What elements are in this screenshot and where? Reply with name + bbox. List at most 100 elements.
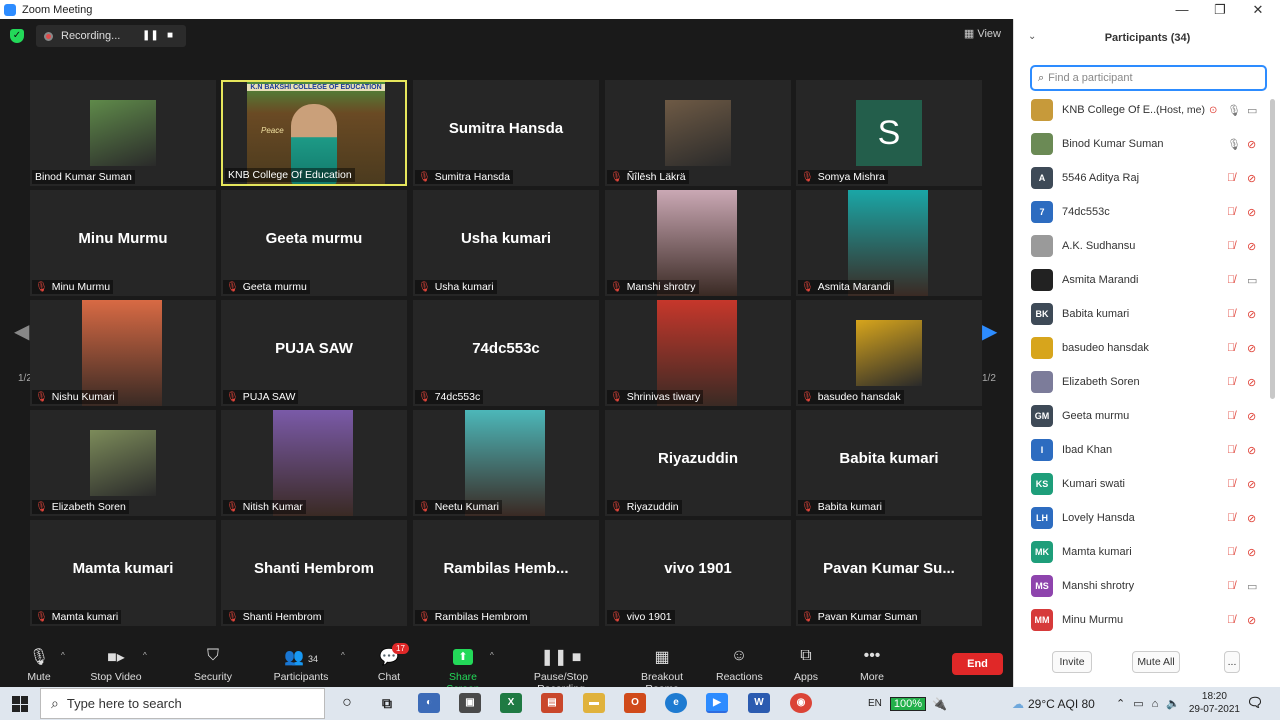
- video-off-icon[interactable]: ⊘: [1247, 614, 1256, 627]
- stop-video-button[interactable]: ■▸ Stop Video: [88, 647, 144, 683]
- participant-tile[interactable]: Geeta murmu 🎙 Geeta murmu: [221, 190, 407, 296]
- microphone-muted-icon[interactable]: 🎙̸: [1227, 444, 1235, 456]
- file-explorer-icon[interactable]: ▬: [583, 693, 605, 713]
- video-off-icon[interactable]: ⊘: [1247, 512, 1256, 525]
- edge-app-icon[interactable]: e: [665, 693, 687, 713]
- microphone-muted-icon[interactable]: 🎙̸: [1227, 308, 1235, 320]
- participant-tile[interactable]: K.N BAKSHI COLLEGE OF EDUCATION Peace KNB …: [221, 80, 407, 186]
- participant-tile[interactable]: Shanti Hembrom 🎙 Shanti Hembrom: [221, 520, 407, 626]
- network-status-icon[interactable]: ⌂: [1152, 698, 1159, 710]
- participant-list-item[interactable]: A.K. Sudhansu 🎙̸ ⊘: [1014, 229, 1272, 263]
- volume-icon[interactable]: 🔈: [1166, 697, 1180, 710]
- microphone-icon[interactable]: 🎙: [1227, 104, 1241, 117]
- video-off-icon[interactable]: ⊘: [1247, 478, 1256, 491]
- participant-list-item[interactable]: Asmita Marandi 🎙̸ ▭: [1014, 263, 1272, 297]
- participant-tile[interactable]: 🎙 Ñîlēsh Läkrä: [605, 80, 791, 186]
- battery-indicator[interactable]: 100%: [889, 696, 927, 711]
- participant-tile[interactable]: Minu Murmu 🎙 Minu Murmu: [30, 190, 216, 296]
- excel-app-icon[interactable]: X: [500, 693, 522, 713]
- maximize-button[interactable]: ❐: [1200, 0, 1240, 19]
- participants-options-caret[interactable]: ^: [341, 651, 345, 660]
- microphone-muted-icon[interactable]: 🎙̸: [1227, 580, 1235, 592]
- microphone-muted-icon[interactable]: 🎙̸: [1227, 172, 1235, 184]
- more-button[interactable]: ••• More: [858, 647, 886, 683]
- mute-button[interactable]: 🎙 Mute: [24, 647, 54, 683]
- participant-list-item[interactable]: MK Mamta kumari 🎙̸ ⊘: [1014, 535, 1272, 569]
- video-options-caret[interactable]: ^: [143, 651, 147, 660]
- participant-tile[interactable]: Sumitra Hansda 🎙 Sumitra Hansda: [413, 80, 599, 186]
- taskbar-search-input[interactable]: ⌕ Type here to search: [40, 688, 325, 719]
- participant-list-item[interactable]: KNB College Of E... (Host, me) ⊙ 🎙 ▭: [1014, 93, 1272, 127]
- participant-tile[interactable]: Pavan Kumar Su... 🎙 Pavan Kumar Suman: [796, 520, 982, 626]
- mute-all-button[interactable]: Mute All: [1132, 651, 1180, 673]
- show-hidden-icons-icon[interactable]: ⌃: [1116, 697, 1125, 710]
- participant-list-scrollbar[interactable]: [1270, 99, 1275, 399]
- view-button[interactable]: ▦ View: [964, 27, 1001, 40]
- microphone-icon[interactable]: 🎙: [1227, 138, 1241, 151]
- microphone-muted-icon[interactable]: 🎙̸: [1227, 410, 1235, 422]
- participant-tile[interactable]: Usha kumari 🎙 Usha kumari: [413, 190, 599, 296]
- share-options-caret[interactable]: ^: [490, 651, 494, 660]
- microphone-muted-icon[interactable]: 🎙̸: [1227, 478, 1235, 490]
- participant-list-item[interactable]: 7 74dc553c 🎙̸ ⊘: [1014, 195, 1272, 229]
- participant-tile[interactable]: 🎙 Neetu Kumari: [413, 410, 599, 516]
- participant-tile[interactable]: 🎙 Shrinivas tiwary: [605, 300, 791, 406]
- participant-tile[interactable]: vivo 1901 🎙 vivo 1901: [605, 520, 791, 626]
- participant-tile[interactable]: 🎙 Nitish Kumar: [221, 410, 407, 516]
- participant-list-item[interactable]: MS Manshi shrotry 🎙̸ ▭: [1014, 569, 1272, 603]
- close-window-button[interactable]: ✕: [1238, 0, 1278, 19]
- microphone-muted-icon[interactable]: 🎙̸: [1227, 240, 1235, 252]
- microphone-muted-icon[interactable]: 🎙̸: [1227, 546, 1235, 558]
- chrome-app-icon[interactable]: ◉: [790, 693, 812, 713]
- audio-options-caret[interactable]: ^: [61, 651, 65, 660]
- video-off-icon[interactable]: ⊘: [1247, 444, 1256, 457]
- task-view-icon[interactable]: ⧉: [376, 693, 398, 713]
- participant-tile[interactable]: 🎙 Asmita Marandi: [796, 190, 982, 296]
- word-app-icon[interactable]: W: [748, 693, 770, 713]
- windows-start-icon[interactable]: [12, 696, 28, 712]
- participant-list-item[interactable]: I Ibad Khan 🎙̸ ⊘: [1014, 433, 1272, 467]
- participant-tile[interactable]: 🎙 Nishu Kumari: [30, 300, 216, 406]
- minimize-button[interactable]: —: [1162, 0, 1202, 19]
- participant-tile[interactable]: 74dc553c 🎙 74dc553c: [413, 300, 599, 406]
- participant-list-item[interactable]: KS Kumari swati 🎙̸ ⊘: [1014, 467, 1272, 501]
- participant-list-item[interactable]: basudeo hansdak 🎙̸ ⊘: [1014, 331, 1272, 365]
- participant-tile[interactable]: 🎙 basudeo hansdak: [796, 300, 982, 406]
- participant-list-item[interactable]: A 5546 Aditya Raj 🎙̸ ⊘: [1014, 161, 1272, 195]
- stop-recording-icon[interactable]: ■: [164, 30, 176, 42]
- video-camera-icon[interactable]: ▭: [1247, 274, 1257, 287]
- participant-list-item[interactable]: LH Lovely Hansda 🎙̸ ⊘: [1014, 501, 1272, 535]
- participant-tile[interactable]: 🎙 Elizabeth Soren: [30, 410, 216, 516]
- video-off-icon[interactable]: ⊘: [1247, 240, 1256, 253]
- apps-button[interactable]: ⧉ Apps: [792, 647, 820, 683]
- participant-list-item[interactable]: Binod Kumar Suman 🎙 ⊘: [1014, 127, 1272, 161]
- security-shield-icon[interactable]: ✓: [10, 29, 24, 43]
- participant-tile[interactable]: Riyazuddin 🎙 Riyazuddin: [605, 410, 791, 516]
- video-off-icon[interactable]: ⊘: [1247, 308, 1256, 321]
- video-off-icon[interactable]: ⊘: [1247, 376, 1256, 389]
- store-app-icon[interactable]: ▣: [459, 693, 481, 713]
- microphone-muted-icon[interactable]: 🎙̸: [1227, 512, 1235, 524]
- participant-tile[interactable]: Binod Kumar Suman: [30, 80, 216, 186]
- pdf-app-icon[interactable]: ▤: [541, 693, 563, 713]
- weather-widget[interactable]: ☁ 29°C AQI 80: [1012, 687, 1095, 720]
- microphone-muted-icon[interactable]: 🎙̸: [1227, 614, 1235, 626]
- participant-tile[interactable]: Rambilas Hemb... 🎙 Rambilas Hembrom: [413, 520, 599, 626]
- video-off-icon[interactable]: ⊘: [1247, 172, 1256, 185]
- microphone-muted-icon[interactable]: 🎙̸: [1227, 376, 1235, 388]
- browser-app-icon[interactable]: ◐: [418, 693, 440, 713]
- next-page-icon[interactable]: ▶: [982, 319, 997, 344]
- video-off-icon[interactable]: ⊘: [1247, 410, 1256, 423]
- end-meeting-button[interactable]: End: [952, 653, 1003, 675]
- participant-search-input[interactable]: ⌕ Find a participant: [1030, 65, 1267, 91]
- video-off-icon[interactable]: ⊘: [1247, 546, 1256, 559]
- participant-tile[interactable]: PUJA SAW 🎙 PUJA SAW: [221, 300, 407, 406]
- invite-button[interactable]: Invite: [1052, 651, 1092, 673]
- microphone-muted-icon[interactable]: 🎙̸: [1227, 274, 1235, 286]
- participant-tile[interactable]: Mamta kumari 🎙 Mamta kumari: [30, 520, 216, 626]
- microphone-muted-icon[interactable]: 🎙̸: [1227, 206, 1235, 218]
- office-app-icon[interactable]: O: [624, 693, 646, 713]
- participants-button[interactable]: 👥 34 Participants: [272, 647, 330, 683]
- participant-list-item[interactable]: MM Minu Murmu 🎙̸ ⊘: [1014, 603, 1272, 637]
- participant-tile[interactable]: 🎙 Manshi shrotry: [605, 190, 791, 296]
